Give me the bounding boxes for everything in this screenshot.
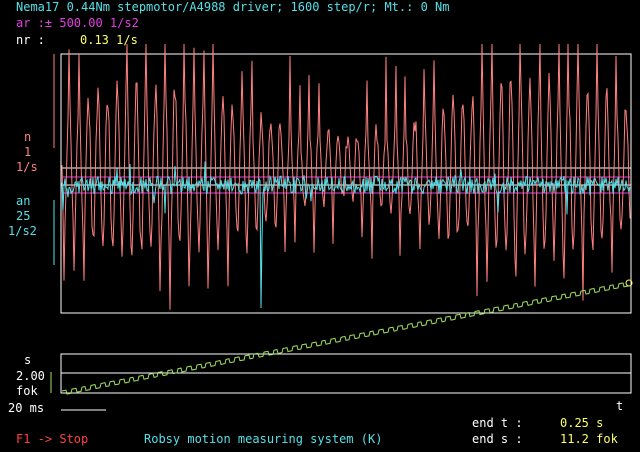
- accel-axis-unit: 1/s2: [8, 224, 37, 238]
- end-time-value: 0.25 s: [560, 416, 604, 430]
- end-time-label: end t :: [472, 416, 523, 430]
- accel-axis-label: an: [16, 194, 31, 208]
- title-text: Nema17 0.44Nm stepmotor/A4988 driver; 16…: [16, 0, 450, 14]
- time-scale-label: 20 ms: [8, 401, 45, 415]
- position-axis-scale: 2.00: [16, 369, 45, 383]
- speed-axis-unit: 1/s: [16, 160, 38, 174]
- position-trace: [61, 282, 629, 395]
- speed-axis-scale: 1: [24, 145, 32, 159]
- nr-value: 0.13 1/s: [80, 33, 138, 47]
- measurement-plot-area: [50, 43, 633, 411]
- stop-button[interactable]: F1 -> Stop: [16, 432, 88, 446]
- system-name-label: Robsy motion measuring system (K): [144, 432, 383, 446]
- time-axis-label: t: [616, 399, 624, 413]
- ar-label: ar :± 500.00 1/s2: [16, 16, 139, 30]
- end-position-label: end s :: [472, 432, 523, 446]
- accel-axis-scale: 25: [16, 209, 31, 223]
- end-position-value: 11.2 fok: [560, 432, 618, 446]
- position-axis-unit: fok: [16, 384, 38, 398]
- nr-label: nr :: [16, 33, 45, 47]
- position-axis-label: s: [24, 353, 32, 367]
- speed-axis-label: n: [24, 130, 32, 144]
